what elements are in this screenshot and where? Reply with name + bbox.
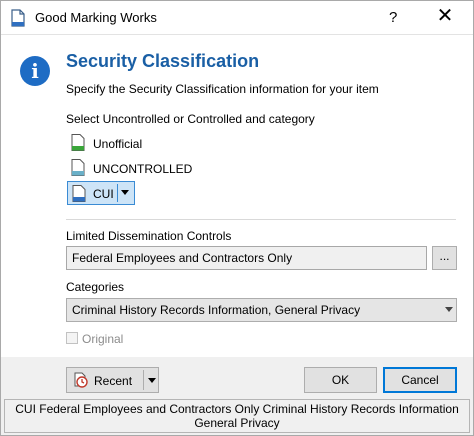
page-title: Security Classification bbox=[66, 51, 260, 71]
dialog-window: Good Marking Works ? ✕ i Security Classi… bbox=[0, 0, 474, 436]
close-button[interactable]: ✕ bbox=[434, 5, 456, 27]
categories-label: Categories bbox=[66, 280, 125, 294]
classification-prompt: Select Uncontrolled or Controlled and ca… bbox=[66, 112, 315, 126]
recent-documents-icon bbox=[74, 372, 88, 388]
ldc-browse-button[interactable]: ... bbox=[432, 246, 457, 270]
status-line-1: CUI Federal Employees and Contractors On… bbox=[15, 402, 459, 416]
split-divider bbox=[117, 184, 118, 202]
split-divider bbox=[143, 370, 144, 390]
option-label: UNCONTROLLED bbox=[93, 162, 193, 176]
original-checkbox[interactable] bbox=[66, 332, 78, 344]
ok-button[interactable]: OK bbox=[304, 367, 377, 393]
info-icon: i bbox=[20, 56, 50, 86]
ldc-field[interactable]: Federal Employees and Contractors Only bbox=[66, 246, 427, 270]
divider bbox=[66, 219, 456, 220]
status-bar: CUI Federal Employees and Contractors On… bbox=[4, 399, 470, 433]
status-line-2: General Privacy bbox=[194, 416, 280, 430]
categories-select[interactable]: Criminal History Records Information, Ge… bbox=[66, 298, 457, 322]
document-blue-icon bbox=[72, 185, 86, 202]
document-green-icon bbox=[71, 134, 85, 151]
option-uncontrolled[interactable]: UNCONTROLLED bbox=[71, 159, 221, 179]
ldc-label: Limited Dissemination Controls bbox=[66, 229, 232, 243]
chevron-down-icon bbox=[445, 307, 453, 312]
document-icon bbox=[11, 9, 25, 27]
cancel-button[interactable]: Cancel bbox=[383, 367, 457, 393]
recent-button[interactable]: Recent bbox=[66, 367, 159, 393]
recent-label: Recent bbox=[94, 374, 133, 388]
title-bar[interactable]: Good Marking Works ? ✕ bbox=[1, 1, 473, 35]
categories-value: Criminal History Records Information, Ge… bbox=[72, 303, 361, 317]
option-unofficial[interactable]: Unofficial bbox=[71, 134, 191, 154]
document-teal-icon bbox=[71, 159, 85, 176]
option-label: CUI bbox=[93, 187, 114, 201]
window-title: Good Marking Works bbox=[35, 10, 157, 25]
original-label: Original bbox=[82, 332, 124, 346]
option-cui[interactable]: CUI bbox=[67, 181, 135, 205]
help-button[interactable]: ? bbox=[389, 9, 397, 26]
chevron-down-icon[interactable] bbox=[121, 190, 129, 195]
page-subtitle: Specify the Security Classification info… bbox=[66, 82, 379, 96]
option-label: Unofficial bbox=[93, 137, 143, 151]
chevron-down-icon[interactable] bbox=[148, 378, 156, 383]
